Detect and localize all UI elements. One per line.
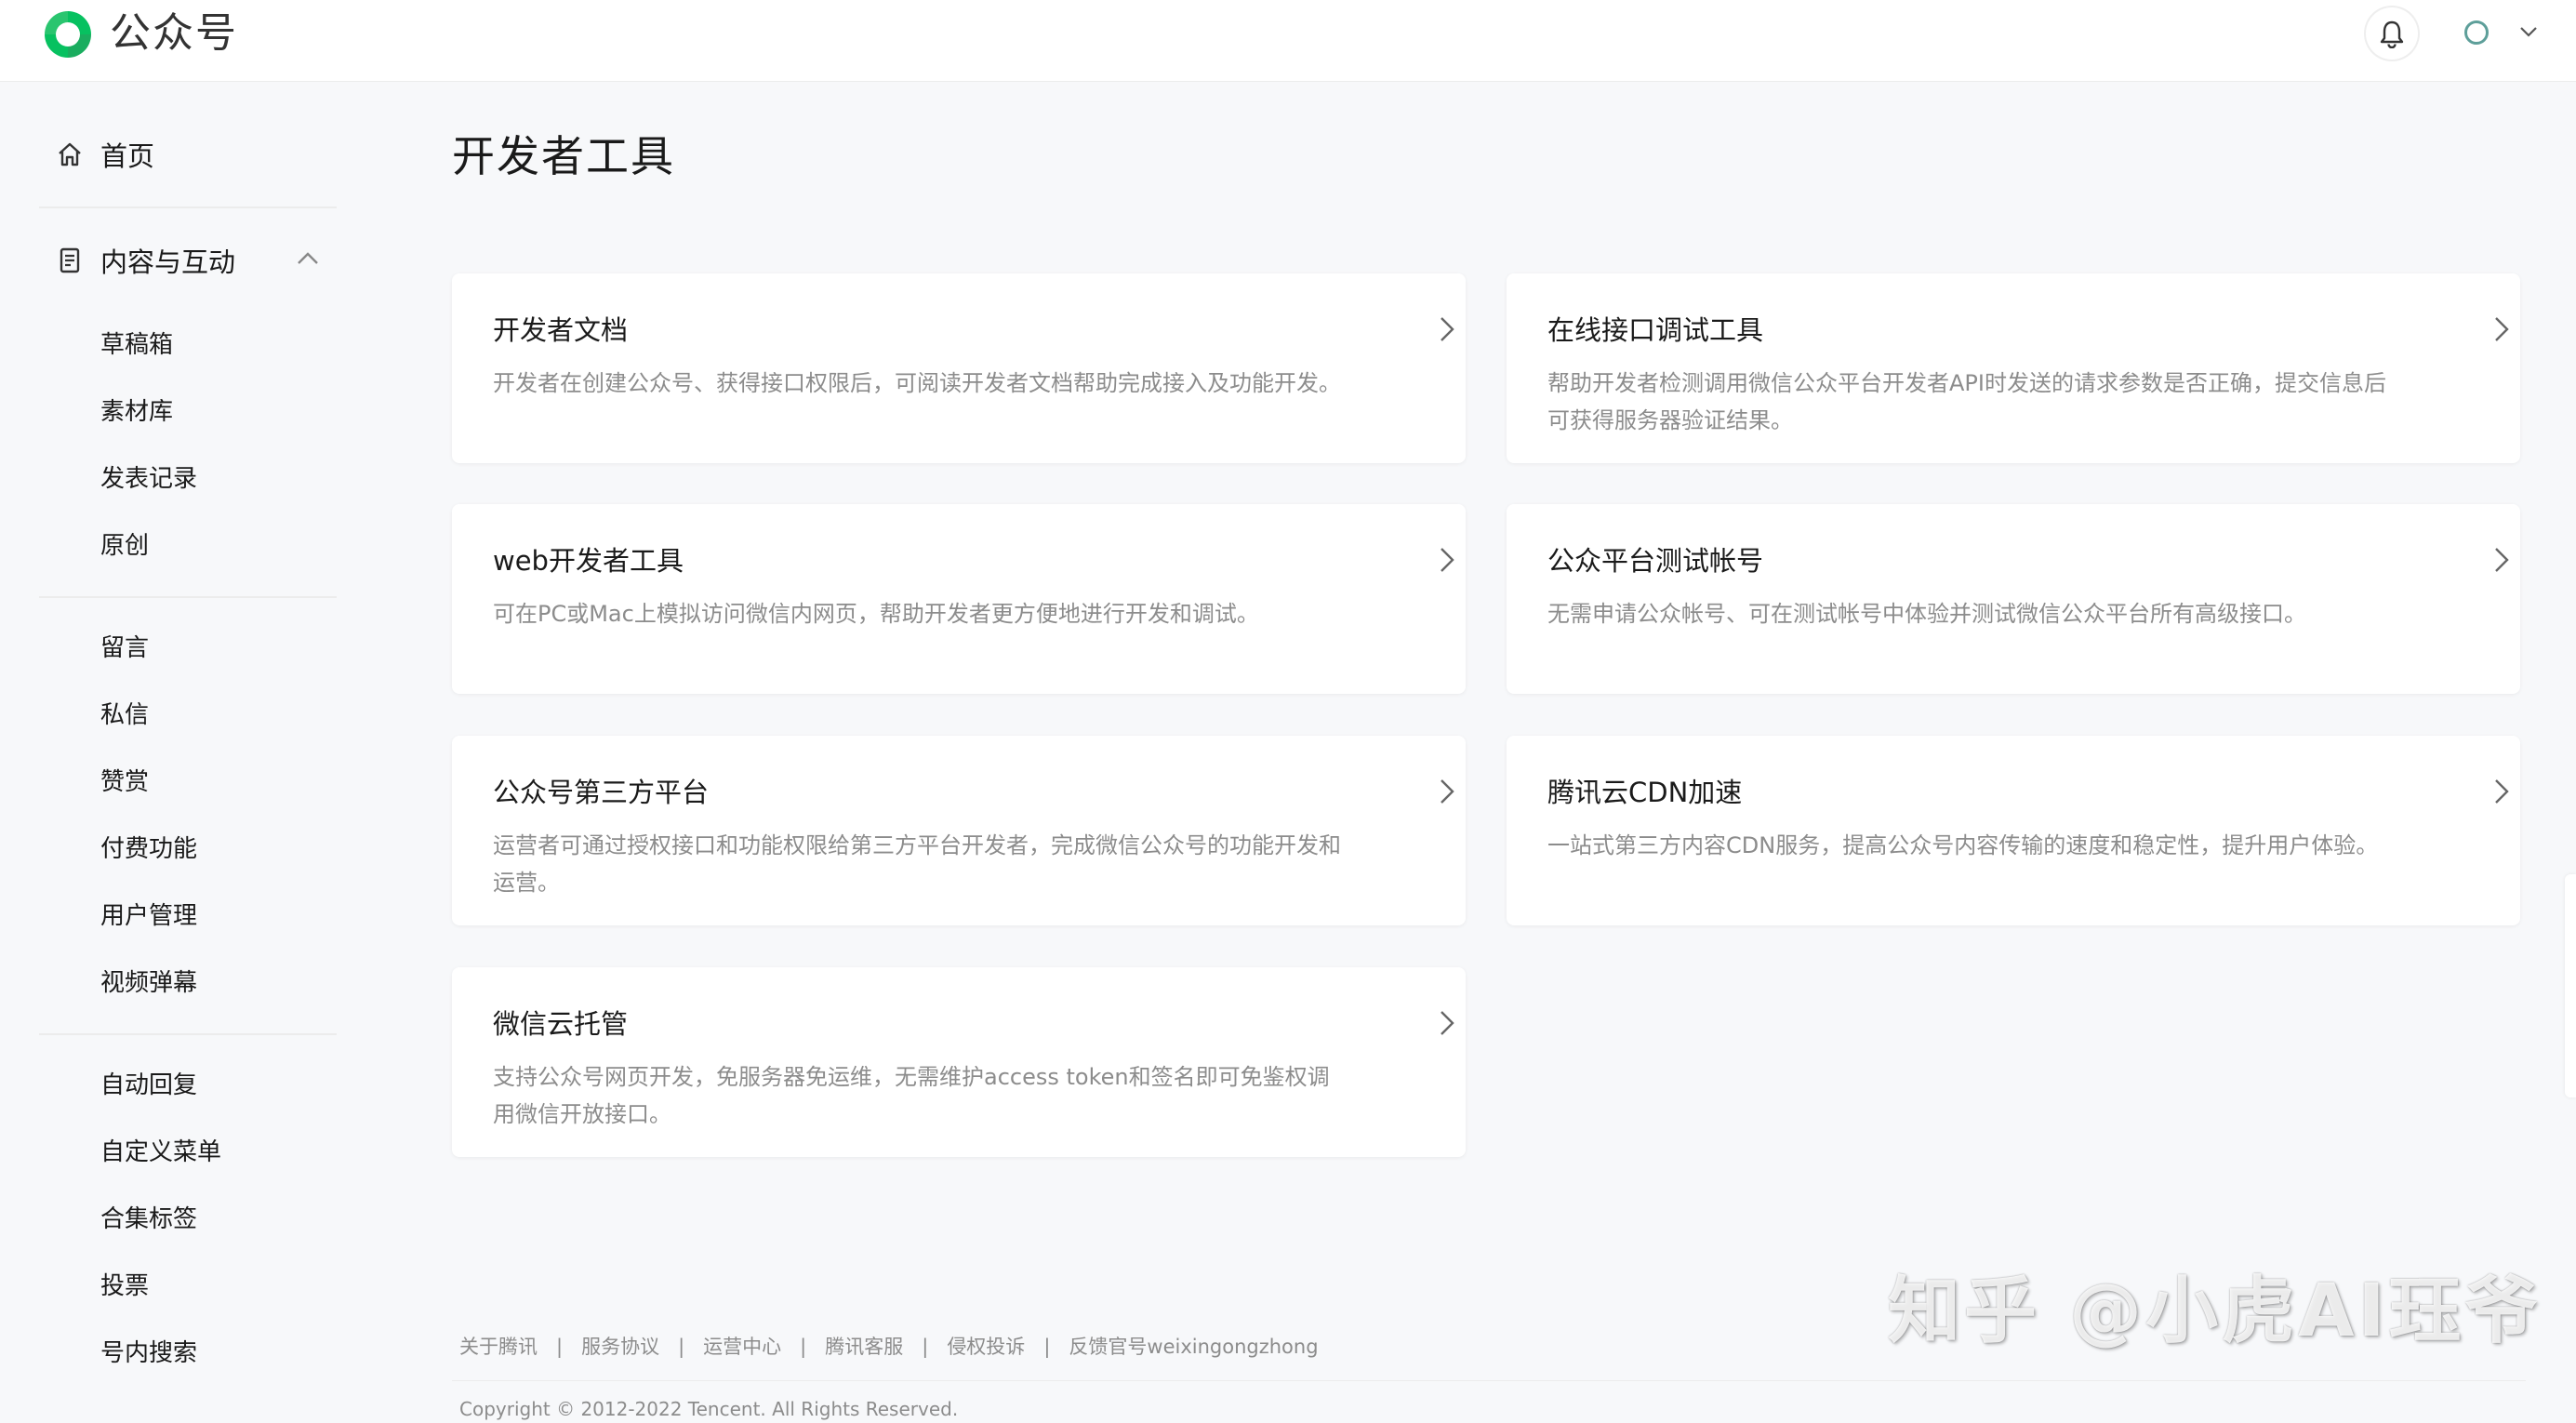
card-developer-docs[interactable]: 开发者文档 开发者在创建公众号、获得接口权限后，可阅读开发者文档帮助完成接入及功… xyxy=(452,273,1466,463)
card-title: web开发者工具 xyxy=(493,545,684,577)
sidebar-item-video-danmaku[interactable]: 视频弹幕 xyxy=(100,964,197,1002)
card-title: 在线接口调试工具 xyxy=(1547,314,1764,346)
sidebar-home-label: 首页 xyxy=(100,140,155,172)
notification-button[interactable] xyxy=(2366,7,2418,60)
sidebar-item-rewards[interactable]: 赞赏 xyxy=(100,764,149,801)
page-title: 开发者工具 xyxy=(452,131,675,181)
footer-separator: | xyxy=(922,1336,929,1358)
card-title: 腾讯云CDN加速 xyxy=(1547,777,1743,808)
footer-link-infringement[interactable]: 侵权投诉 xyxy=(947,1332,1025,1362)
card-api-debug-tool[interactable]: 在线接口调试工具 帮助开发者检测调用微信公众平台开发者API时发送的请求参数是否… xyxy=(1507,273,2520,463)
chevron-right-icon xyxy=(2495,317,2509,341)
sidebar-item-paid-features[interactable]: 付费功能 xyxy=(100,831,197,868)
top-header: 公众号 xyxy=(0,0,2576,82)
card-web-devtools[interactable]: web开发者工具 可在PC或Mac上模拟访问微信内网页，帮助开发者更方便地进行开… xyxy=(452,504,1466,694)
sidebar-item-home[interactable]: 首页 xyxy=(56,126,154,182)
footer-link-about[interactable]: 关于腾讯 xyxy=(459,1332,538,1362)
footer-link-support[interactable]: 腾讯客服 xyxy=(825,1332,903,1362)
footer-link-ops-center[interactable]: 运营中心 xyxy=(703,1332,781,1362)
sidebar-item-search[interactable]: 号内搜索 xyxy=(100,1335,197,1372)
footer-separator: | xyxy=(1043,1336,1051,1358)
chevron-right-icon xyxy=(2495,779,2509,804)
card-title: 公众号第三方平台 xyxy=(493,777,710,808)
card-test-account[interactable]: 公众平台测试帐号 无需申请公众帐号、可在测试帐号中体验并测试微信公众平台所有高级… xyxy=(1507,504,2520,694)
sidebar-item-collection-tags[interactable]: 合集标签 xyxy=(100,1201,197,1238)
card-tencent-cdn[interactable]: 腾讯云CDN加速 一站式第三方内容CDN服务，提高公众号内容传输的速度和稳定性，… xyxy=(1507,736,2520,925)
sidebar-item-drafts[interactable]: 草稿箱 xyxy=(100,326,173,364)
card-title: 微信云托管 xyxy=(493,1008,629,1040)
footer-separator: | xyxy=(556,1336,564,1358)
sidebar-item-messages[interactable]: 私信 xyxy=(100,697,149,734)
card-wechat-cloud-hosting[interactable]: 微信云托管 支持公众号网页开发，免服务器免运维，无需维护access token… xyxy=(452,967,1466,1157)
card-description: 支持公众号网页开发，免服务器免运维，无需维护access token和签名即可免… xyxy=(493,1064,1330,1127)
footer-separator: | xyxy=(678,1336,685,1358)
sidebar-item-publish-history[interactable]: 发表记录 xyxy=(100,460,197,498)
chevron-right-icon xyxy=(1441,317,1454,341)
sidebar-divider xyxy=(39,206,337,208)
card-title: 开发者文档 xyxy=(493,314,629,346)
card-description: 开发者在创建公众号、获得接口权限后，可阅读开发者文档帮助完成接入及功能开发。 xyxy=(493,370,1341,396)
footer-link-feedback[interactable]: 反馈官号weixingongzhong xyxy=(1069,1332,1318,1362)
sidebar-group-label: 内容与互动 xyxy=(100,246,236,278)
card-description: 帮助开发者检测调用微信公众平台开发者API时发送的请求参数是否正确，提交信息后可… xyxy=(1547,370,2386,433)
sidebar-item-materials[interactable]: 素材库 xyxy=(100,393,173,431)
sidebar-item-comments[interactable]: 留言 xyxy=(100,630,149,667)
sidebar-divider xyxy=(39,596,337,598)
watermark: 知乎 @小虎AI珏爷 xyxy=(1888,1270,2542,1353)
card-description: 一站式第三方内容CDN服务，提高公众号内容传输的速度和稳定性，提升用户体验。 xyxy=(1547,832,2379,858)
chevron-right-icon xyxy=(1441,779,1454,804)
card-title: 公众平台测试帐号 xyxy=(1547,545,1764,577)
sidebar-group-content[interactable]: 内容与互动 xyxy=(56,233,335,288)
sidebar: 首页 内容与互动 草稿箱 素材库 发表记录 原创 留言 私信 赞赏 付费功能 用… xyxy=(0,82,372,1417)
home-icon xyxy=(59,142,81,166)
footer-divider xyxy=(452,1380,2526,1381)
chevron-right-icon xyxy=(1441,1011,1454,1035)
sidebar-item-auto-reply[interactable]: 自动回复 xyxy=(100,1067,197,1104)
chevron-right-icon xyxy=(1441,548,1454,572)
sidebar-item-original[interactable]: 原创 xyxy=(100,527,149,565)
card-description: 可在PC或Mac上模拟访问微信内网页，帮助开发者更方便地进行开发和调试。 xyxy=(493,601,1259,627)
side-scroll-tab[interactable] xyxy=(2565,874,2576,1097)
footer-links: 关于腾讯 | 服务协议 | 运营中心 | 腾讯客服 | 侵权投诉 | 反馈官号w… xyxy=(459,1332,1319,1362)
brand-title[interactable]: 公众号 xyxy=(110,4,238,63)
card-description: 运营者可通过授权接口和功能权限给第三方平台开发者，完成微信公众号的功能开发和运营… xyxy=(493,832,1341,896)
sidebar-divider xyxy=(39,1033,337,1035)
footer-separator: | xyxy=(800,1336,807,1358)
sidebar-item-user-management[interactable]: 用户管理 xyxy=(100,898,197,935)
sidebar-item-vote[interactable]: 投票 xyxy=(100,1268,149,1305)
footer-link-terms[interactable]: 服务协议 xyxy=(581,1332,659,1362)
footer-copyright: Copyright © 2012-2022 Tencent. All Right… xyxy=(459,1398,959,1420)
document-icon xyxy=(60,247,80,273)
card-description: 无需申请公众帐号、可在测试帐号中体验并测试微信公众平台所有高级接口。 xyxy=(1547,601,2306,627)
sidebar-item-custom-menu[interactable]: 自定义菜单 xyxy=(100,1134,221,1171)
bell-icon xyxy=(2380,20,2404,48)
wechat-mp-logo-icon[interactable] xyxy=(39,6,97,63)
chevron-down-icon[interactable] xyxy=(2518,24,2539,39)
card-third-party-platform[interactable]: 公众号第三方平台 运营者可通过授权接口和功能权限给第三方平台开发者，完成微信公众… xyxy=(452,736,1466,925)
avatar-icon[interactable] xyxy=(2464,20,2489,45)
chevron-right-icon xyxy=(2495,548,2509,572)
chevron-up-icon[interactable] xyxy=(296,249,320,268)
